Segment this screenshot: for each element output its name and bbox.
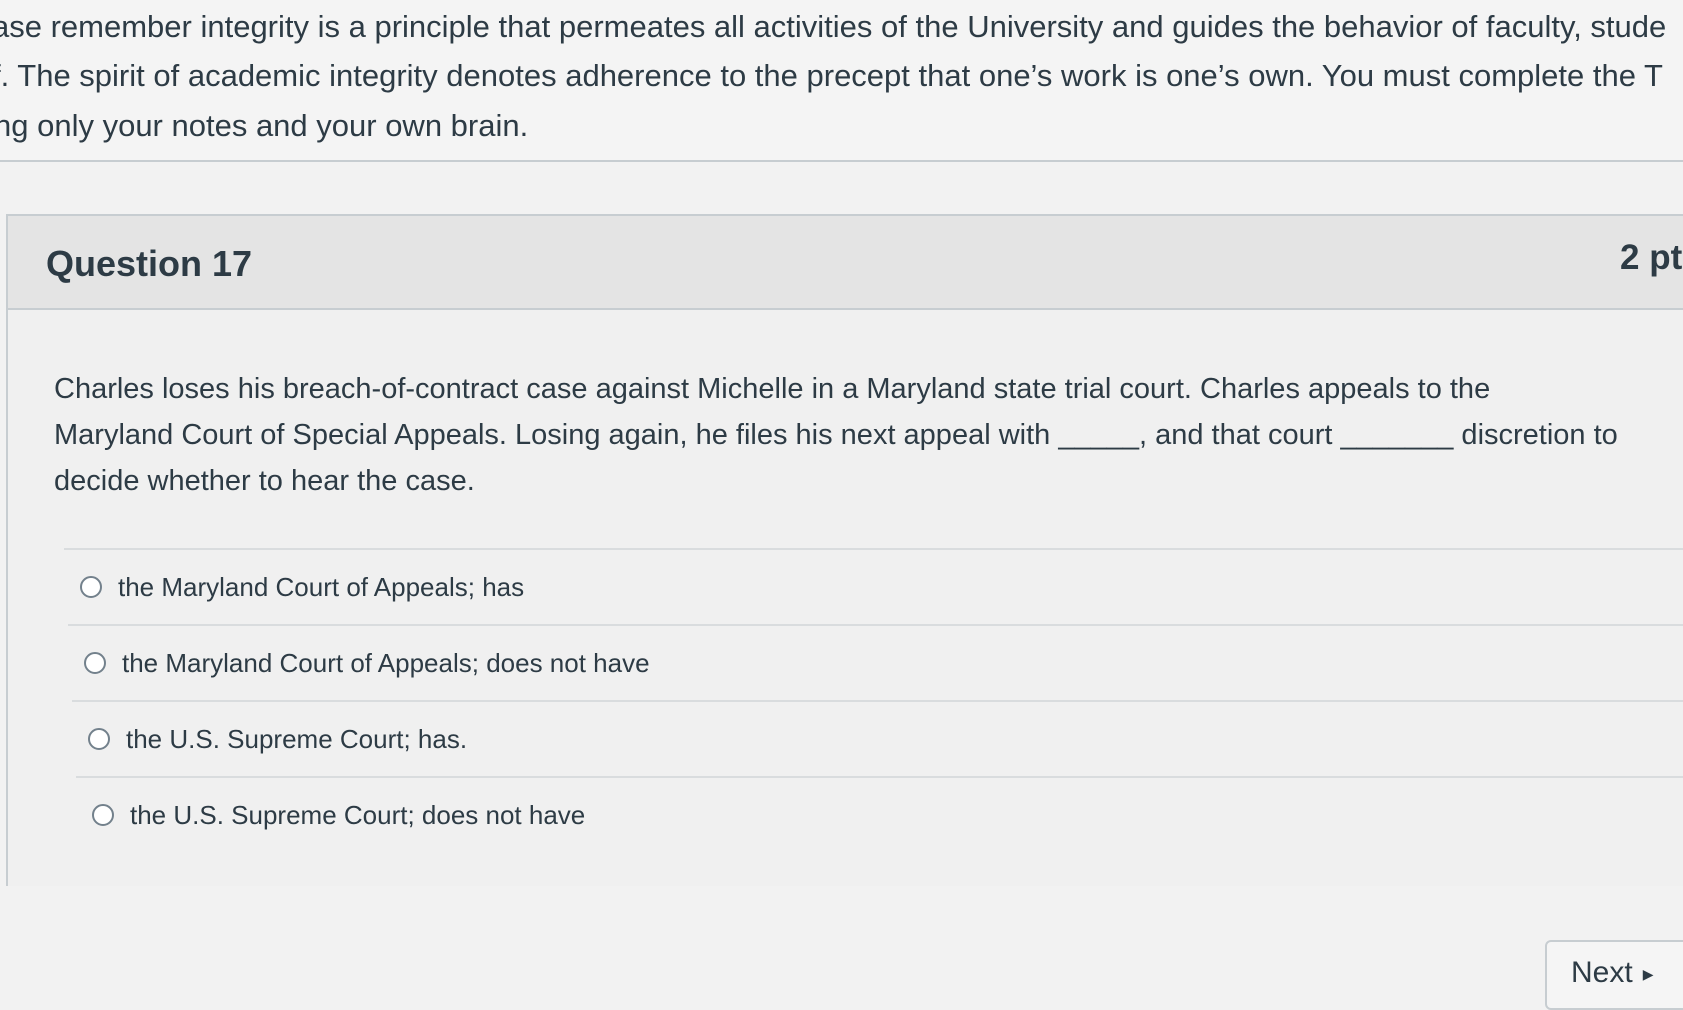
answer-option-4[interactable]: the U.S. Supreme Court; does not have (76, 776, 1683, 852)
radio-button[interactable] (84, 652, 106, 674)
answer-label[interactable]: the U.S. Supreme Court; does not have (130, 800, 585, 831)
question-header: Question 17 2 pt (8, 216, 1683, 310)
answer-option-2[interactable]: the Maryland Court of Appeals; does not … (68, 624, 1683, 700)
question-text-line: decide whether to hear the case. (54, 465, 475, 497)
answer-label[interactable]: the Maryland Court of Appeals; does not … (122, 648, 650, 679)
question-text: Charles loses his breach-of-contract cas… (54, 366, 1674, 504)
answer-label[interactable]: the Maryland Court of Appeals; has (118, 572, 524, 603)
triangle-right-icon: ▶ (1642, 965, 1654, 982)
next-button-label[interactable]: Next (1571, 956, 1633, 989)
answer-label[interactable]: the U.S. Supreme Court; has. (126, 724, 467, 755)
radio-button[interactable] (80, 576, 102, 598)
question-card: Question 17 2 pt Charles loses his breac… (6, 214, 1683, 886)
radio-button[interactable] (88, 728, 110, 750)
notice-line-3: ng only your notes and your own brain. (0, 108, 529, 143)
question-text-line: Maryland Court of Special Appeals. Losin… (54, 419, 1618, 451)
radio-button[interactable] (92, 804, 114, 826)
answer-option-1[interactable]: the Maryland Court of Appeals; has (64, 548, 1683, 624)
notice-line-1: ase remember integrity is a principle th… (0, 9, 1667, 44)
next-button[interactable]: Next ▶ (1545, 940, 1683, 1010)
question-title: Question 17 (46, 243, 253, 284)
answer-list: the Maryland Court of Appeals; has the M… (64, 548, 1683, 852)
question-points: 2 pt (1620, 238, 1683, 277)
academic-integrity-notice: ase remember integrity is a principle th… (0, 0, 1683, 162)
question-text-line: Charles loses his breach-of-contract cas… (54, 373, 1491, 405)
answer-option-3[interactable]: the U.S. Supreme Court; has. (72, 700, 1683, 776)
notice-line-2: f. The spirit of academic integrity deno… (0, 58, 1663, 93)
